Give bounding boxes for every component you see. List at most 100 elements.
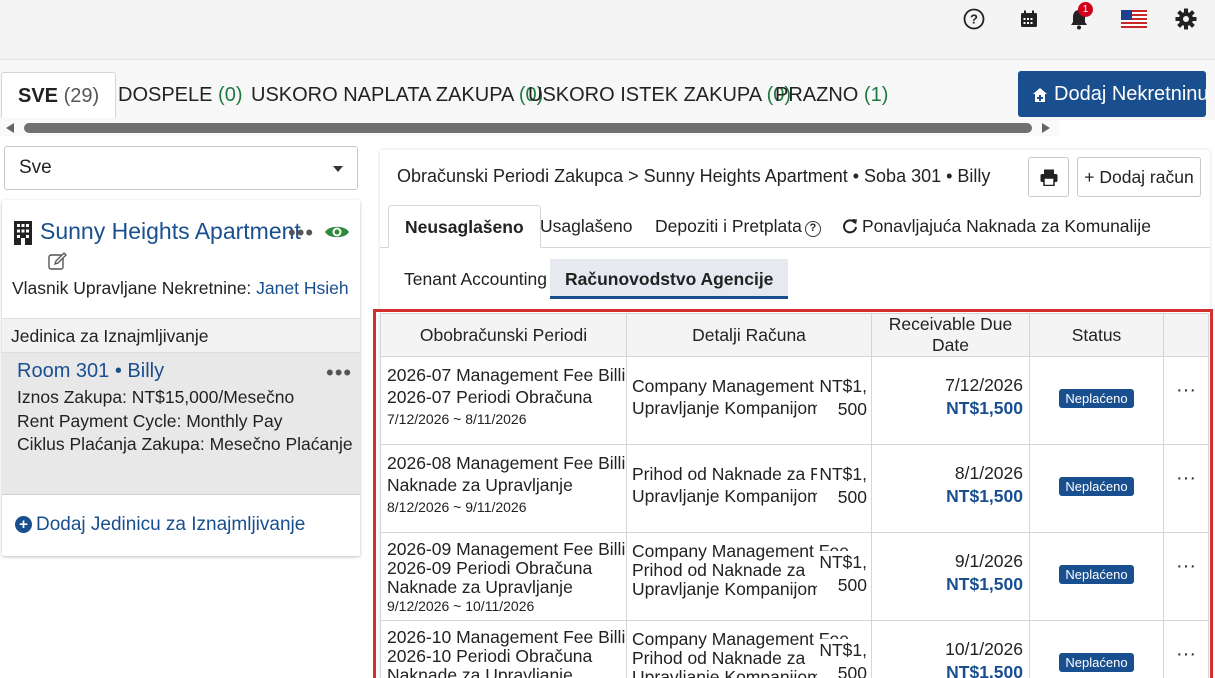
billing-period: 2026-07 Management Fee Billing 2026-07 P…: [381, 357, 626, 430]
property-name[interactable]: Sunny Heights Apartment: [40, 218, 301, 245]
tab-sve[interactable]: SVE (29): [1, 72, 117, 118]
billing-period: 2026-10 Management Fee Billing 2026-10 P…: [381, 621, 626, 678]
due-amount: NT$1,500: [946, 398, 1023, 418]
period-range: 8/12/2026 ~ 9/11/2026: [387, 499, 527, 515]
period-line: Naknade za Upravljanje: [387, 577, 573, 597]
tab-depoziti-i-pretplata[interactable]: Depoziti i Pretplata?: [655, 205, 821, 248]
add-unit-label: Dodaj Jedinicu za Iznajmljivanje: [36, 514, 306, 535]
tab-count: (0): [218, 84, 243, 106]
scrollbar-thumb[interactable]: [24, 123, 1032, 133]
unit-separator: •: [114, 360, 122, 382]
property-card: Sunny Heights Apartment ••• Vlasnik Upra…: [2, 200, 360, 556]
due-date: 8/1/2026: [954, 463, 1023, 483]
gear-icon[interactable]: [1174, 7, 1198, 31]
tab-neusaglaseno[interactable]: Neusaglašeno: [388, 205, 541, 248]
refresh-icon: [843, 219, 857, 234]
tab-count: (29): [63, 85, 100, 107]
billing-period: 2026-09 Management Fee Billing 2026-09 P…: [381, 533, 626, 616]
table-row[interactable]: 2026-07 Management Fee Billing 2026-07 P…: [380, 356, 1209, 445]
owner-name-link[interactable]: Janet Hsieh: [256, 278, 348, 298]
amount-line: NT$1,: [819, 464, 867, 484]
property-more-icon[interactable]: •••: [288, 222, 314, 244]
unit-tenant: Billy: [127, 360, 165, 382]
period-line: 2026-07 Management Fee Billing: [387, 365, 626, 385]
tab-recurring-utility-fee[interactable]: Ponavljajuća Naknada za Komunalije: [842, 205, 1151, 248]
period-line: Naknade za Upravljanje: [387, 665, 573, 678]
col-header-due-date[interactable]: Receivable Due Date: [871, 313, 1030, 357]
tab-dospele[interactable]: DOSPELE (0): [118, 72, 243, 118]
help-icon[interactable]: ?: [804, 221, 821, 237]
bill-details: Prihod od Naknade za Fee Upravljanje Kom…: [627, 445, 871, 509]
tab-usaglaseno[interactable]: Usaglašeno: [540, 205, 632, 248]
period-line: 2026-08 Management Fee Billing: [387, 453, 626, 473]
table-row[interactable]: 2026-08 Management Fee Billing Naknade z…: [380, 444, 1209, 533]
unit-more-icon[interactable]: •••: [326, 362, 352, 384]
due-date: 7/12/2026: [945, 375, 1023, 395]
visibility-eye-icon[interactable]: [324, 223, 350, 246]
due-info: 9/1/2026 NT$1,500: [872, 533, 1029, 596]
due-amount: NT$1,500: [946, 574, 1023, 594]
building-icon: [13, 221, 33, 250]
print-button[interactable]: [1028, 157, 1069, 197]
property-filter-select[interactable]: Sve: [4, 146, 358, 190]
period-range: 9/12/2026 ~ 10/11/2026: [387, 598, 535, 614]
bill-amount: NT$1, 500: [817, 639, 867, 678]
row-actions-icon[interactable]: ···: [1164, 445, 1208, 490]
tab-uskoro-istek-zakupa[interactable]: USKORO ISTEK ZAKUPA (0): [528, 72, 791, 118]
row-actions-icon[interactable]: ···: [1164, 357, 1208, 402]
row-actions-icon[interactable]: ···: [1164, 621, 1208, 666]
unit-payment-cycle: Ciklus Plaćanja Zakupa: Mesečno Plaćanje: [17, 434, 353, 454]
period-line: 2026-10 Management Fee Billing: [387, 627, 626, 647]
unit-title[interactable]: Room 301 • Billy: [17, 360, 164, 383]
tab-agency-accounting[interactable]: Računovodstvo Agencije: [550, 259, 789, 299]
bill-details: Company Management Fee Prihod od Naknade…: [627, 621, 871, 678]
billing-periods-table: Obobračunski Periodi Detalji Računa Rece…: [380, 313, 1209, 678]
scroll-left-icon[interactable]: [6, 123, 14, 133]
tab-tenant-accounting[interactable]: Tenant Accounting: [404, 259, 547, 299]
amount-line: NT$1,: [819, 552, 867, 572]
status-badge: Neplaćeno: [1059, 565, 1134, 584]
unit-room: Room 301: [17, 360, 110, 382]
add-bill-button[interactable]: + Dodaj račun: [1077, 157, 1201, 197]
breadcrumb: Obračunski Periodi Zakupca > Sunny Heigh…: [397, 166, 991, 186]
tab-uskoro-naplata-zakupa[interactable]: USKORO NAPLATA ZAKUPA (0): [251, 72, 543, 118]
table-row[interactable]: 2026-10 Management Fee Billing 2026-10 P…: [380, 620, 1209, 678]
billing-period: 2026-08 Management Fee Billing Naknade z…: [381, 445, 626, 518]
status-badge: Neplaćeno: [1059, 389, 1134, 408]
due-amount: NT$1,500: [946, 486, 1023, 506]
col-header-status[interactable]: Status: [1029, 313, 1164, 357]
filter-value: Sve: [19, 157, 52, 178]
amount-line: 500: [837, 575, 867, 595]
tab-label: Ponavljajuća Naknada za Komunalije: [862, 216, 1151, 236]
tab-prazno[interactable]: PRAZNO (1): [775, 72, 888, 118]
unit-payment-cycle-en: Rent Payment Cycle: Monthly Pay: [17, 411, 283, 431]
tabs-scrollbar[interactable]: [0, 120, 1060, 136]
due-date: 10/1/2026: [945, 639, 1023, 659]
help-icon[interactable]: ?: [962, 7, 986, 31]
edit-icon[interactable]: [48, 252, 67, 276]
due-date: 9/1/2026: [954, 551, 1023, 571]
add-rental-unit-link[interactable]: + Dodaj Jedinicu za Iznajmljivanje: [15, 514, 305, 536]
caret-down-icon: [333, 166, 343, 172]
rental-unit-item[interactable]: Room 301 • Billy ••• Iznos Zakupa: NT$15…: [2, 353, 360, 495]
amount-line: NT$1,: [819, 640, 867, 660]
amount-line: NT$1,: [819, 376, 867, 396]
col-header-bill-details[interactable]: Detalji Računa: [626, 313, 872, 357]
add-property-button[interactable]: Dodaj Nekretninu: [1018, 71, 1209, 117]
col-header-periods[interactable]: Obobračunski Periodi: [380, 313, 627, 357]
scroll-right-icon[interactable]: [1042, 123, 1050, 133]
tab-count: (1): [863, 84, 889, 106]
bill-amount: NT$1, 500: [817, 375, 867, 421]
period-line: 2026-09 Management Fee Billing: [387, 539, 626, 559]
status-badge: Neplaćeno: [1059, 477, 1134, 496]
svg-text:?: ?: [970, 12, 978, 27]
rental-units-header: Jedinica za Iznajmljivanje: [2, 318, 360, 353]
top-header: ? 1: [0, 0, 1215, 60]
row-actions-icon[interactable]: ···: [1164, 533, 1208, 578]
due-info: 7/12/2026 NT$1,500: [872, 357, 1029, 420]
calendar-icon[interactable]: [1017, 7, 1041, 31]
table-row[interactable]: 2026-09 Management Fee Billing 2026-09 P…: [380, 532, 1209, 621]
property-status-tabs: SVE (29) DOSPELE (0) USKORO NAPLATA ZAKU…: [0, 60, 1215, 120]
us-flag-icon[interactable]: [1121, 7, 1147, 31]
amount-line: 500: [837, 487, 867, 507]
